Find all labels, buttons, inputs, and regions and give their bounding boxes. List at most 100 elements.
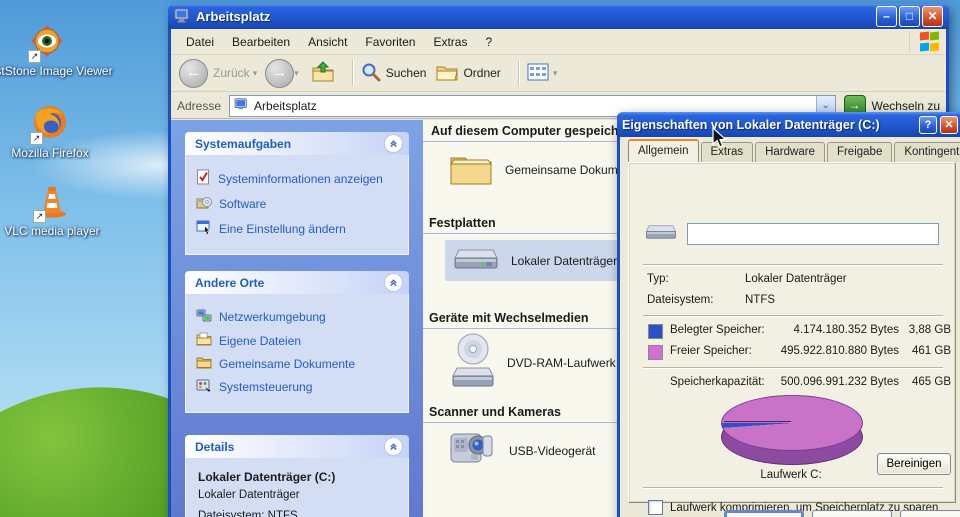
type-value: Lokaler Datenträger <box>745 273 847 285</box>
checkbox-unchecked[interactable] <box>648 500 663 515</box>
link-software[interactable]: Software <box>196 194 398 213</box>
cancel-button-partial[interactable] <box>812 510 892 517</box>
search-button[interactable]: Suchen <box>361 62 426 85</box>
item-shared-documents[interactable]: Gemeinsame Dokumente <box>449 150 641 189</box>
collapse-chevron-icon[interactable] <box>384 134 403 153</box>
close-button[interactable]: ✕ <box>922 6 943 27</box>
menu-item-hilfe[interactable]: ? <box>476 32 501 52</box>
volume-label-input[interactable] <box>687 223 939 245</box>
link-shared-documents[interactable]: Gemeinsame Dokumente <box>196 355 398 372</box>
item-usb-video-device[interactable]: USB-Videogerät <box>447 428 596 473</box>
tab-page-allgemein: Typ: Lokaler Datenträger Dateisystem: NT… <box>628 162 956 515</box>
link-system-info[interactable]: Systeminformationen anzeigen <box>196 169 398 188</box>
folders-button[interactable]: Ordner <box>436 62 501 85</box>
forward-dropdown-icon[interactable]: ▾ <box>294 68 299 79</box>
firefox-icon: ↗ <box>30 104 68 145</box>
menu-item-favoriten[interactable]: Favoriten <box>356 32 424 52</box>
tab-kontingent[interactable]: Kontingent <box>894 142 960 162</box>
menu-item-ansicht[interactable]: Ansicht <box>299 32 356 52</box>
desktop-icon-label: FastStone Image Viewer <box>0 64 113 78</box>
minimize-button[interactable]: – <box>876 6 897 27</box>
tab-freigabe[interactable]: Freigabe <box>826 142 893 162</box>
task-pane: Systemaufgaben Systeminformationen anzei… <box>171 120 423 517</box>
control-panel-icon <box>196 378 212 396</box>
checkbox-label: Laufwerk komprimieren, um Speicherplatz … <box>670 501 939 514</box>
free-space-color-swatch <box>648 345 663 360</box>
toolbar: ← Zurück ▾ → ▾ Suchen Ordner ▾ <box>171 55 946 92</box>
panel-other-places-header[interactable]: Andere Orte <box>185 271 409 294</box>
link-my-documents[interactable]: Eigene Dateien <box>196 332 398 349</box>
panel-details: Details Lokaler Datenträger (C:) Lokaler… <box>185 435 409 517</box>
forward-button[interactable]: → <box>265 58 295 88</box>
menu-bar: Datei Bearbeiten Ansicht Favoriten Extra… <box>171 29 946 55</box>
software-icon <box>196 194 212 213</box>
back-dropdown-icon[interactable]: ▾ <box>253 68 258 79</box>
address-label: Adresse <box>177 98 222 113</box>
link-change-setting[interactable]: Eine Einstellung ändern <box>196 219 398 238</box>
my-computer-icon <box>234 97 249 114</box>
free-space-label: Freier Speicher: <box>670 345 752 357</box>
disk-icon <box>645 221 677 246</box>
address-value: Arbeitsplatz <box>254 98 317 113</box>
faststone-icon: ↗ <box>28 24 64 63</box>
panel-other-places: Andere Orte Netzwerkumgebung Eigene Date… <box>185 271 409 413</box>
menu-item-extras[interactable]: Extras <box>424 32 476 52</box>
separator <box>643 487 943 489</box>
menu-item-bearbeiten[interactable]: Bearbeiten <box>223 32 299 52</box>
maximize-button[interactable]: □ <box>899 6 920 27</box>
filesystem-value: NTFS <box>745 294 776 306</box>
up-button[interactable] <box>311 60 335 86</box>
link-label: Software <box>219 196 267 211</box>
dialog-close-button[interactable]: ✕ <box>940 115 958 134</box>
video-camera-icon <box>447 428 497 473</box>
vlc-cone-icon: ↗ <box>33 184 69 223</box>
item-dvd-ram-drive[interactable]: DVD-RAM-Laufwerk (D:) <box>451 332 639 393</box>
cleanup-button[interactable]: Bereinigen <box>877 453 951 475</box>
menu-item-datei[interactable]: Datei <box>177 32 223 52</box>
desktop: ↗ FastStone Image Viewer ↗ Mozilla Firef… <box>0 0 960 517</box>
link-control-panel[interactable]: Systemsteuerung <box>196 378 398 396</box>
help-button[interactable]: ? <box>919 115 937 134</box>
capacity-size: 465 GB <box>912 376 951 388</box>
collapse-chevron-icon[interactable] <box>384 273 403 292</box>
views-button[interactable]: ▾ <box>527 63 566 84</box>
tab-hardware[interactable]: Hardware <box>755 142 825 162</box>
tab-extras[interactable]: Extras <box>700 142 754 162</box>
separator <box>643 315 943 317</box>
apply-button-partial[interactable] <box>900 510 960 517</box>
back-button-label: Zurück <box>213 66 250 80</box>
panel-body: Lokaler Datenträger (C:) Lokaler Datentr… <box>185 458 409 517</box>
shortcut-arrow-icon: ↗ <box>28 50 41 63</box>
views-dropdown-icon[interactable]: ▾ <box>553 68 558 79</box>
free-space-bytes: 495.922.810.880 Bytes <box>780 345 899 357</box>
desktop-icon-firefox[interactable]: ↗ Mozilla Firefox <box>0 104 120 160</box>
tab-strip: Allgemein Extras Hardware Freigabe Konti… <box>628 139 960 162</box>
details-heading: Lokaler Datenträger (C:) <box>198 470 336 484</box>
go-label: Wechseln zu <box>871 98 940 113</box>
tab-allgemein[interactable]: Allgemein <box>628 139 699 162</box>
link-network[interactable]: Netzwerkumgebung <box>196 308 398 326</box>
used-space-color-swatch <box>648 324 663 339</box>
filesystem-label: Dateisystem: <box>647 294 714 306</box>
folders-icon <box>436 62 459 85</box>
item-label: USB-Videogerät <box>509 443 596 458</box>
panel-details-header[interactable]: Details <box>185 435 409 458</box>
window-titlebar[interactable]: Arbeitsplatz – □ ✕ <box>168 4 949 29</box>
window-title: Arbeitsplatz <box>196 9 271 24</box>
hard-disk-icon <box>453 244 499 277</box>
desktop-icon-faststone[interactable]: ↗ FastStone Image Viewer <box>0 24 117 78</box>
link-label: Systemsteuerung <box>219 380 313 394</box>
desktop-icon-vlc[interactable]: ↗ VLC media player <box>0 184 122 238</box>
toolbar-separator <box>517 60 520 86</box>
ok-button-partial[interactable] <box>724 510 804 517</box>
dialog-titlebar[interactable]: Eigenschaften von Lokaler Datenträger (C… <box>617 112 960 137</box>
collapse-chevron-icon[interactable] <box>384 437 403 456</box>
pie-used-slice-line <box>724 421 791 422</box>
toolbar-separator <box>351 60 354 86</box>
back-button[interactable]: ← <box>179 58 208 88</box>
panel-system-tasks-header[interactable]: Systemaufgaben <box>185 132 409 155</box>
separator <box>643 367 943 369</box>
folder-icon <box>449 150 493 189</box>
separator <box>643 264 943 266</box>
capacity-bytes: 500.096.991.232 Bytes <box>780 376 899 388</box>
